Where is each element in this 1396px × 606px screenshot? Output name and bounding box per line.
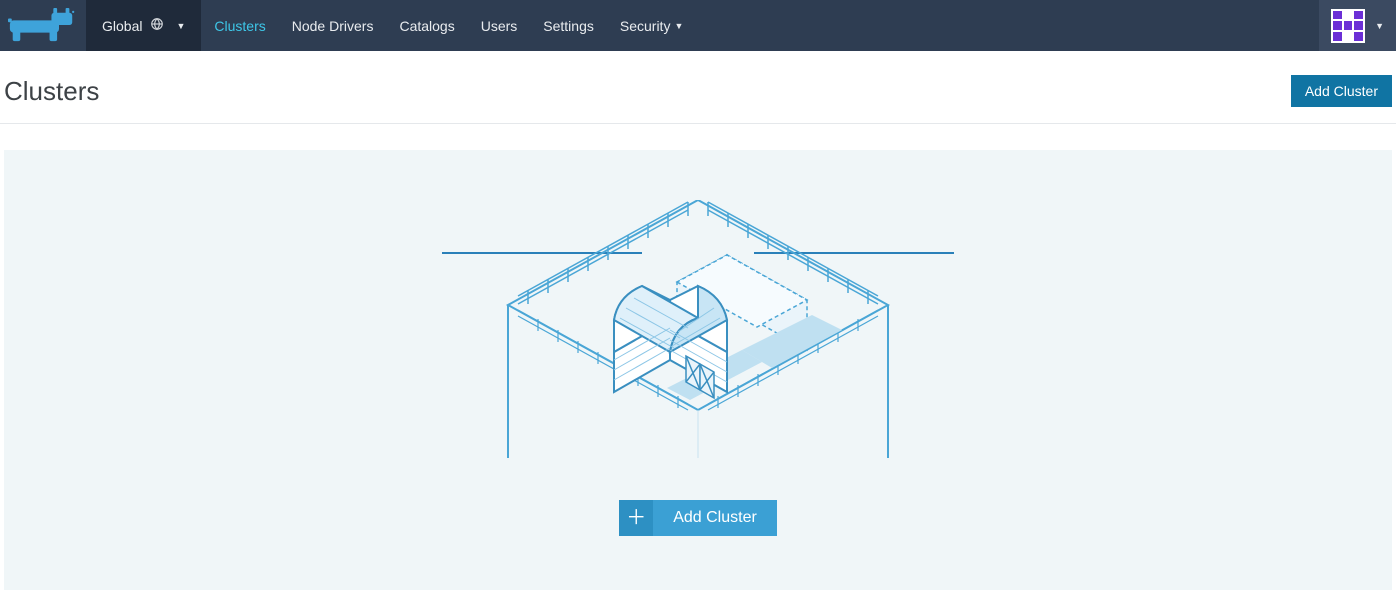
chevron-down-icon: ▼ [176,21,185,31]
button-label: Add Cluster [1305,83,1378,99]
page-title: Clusters [4,76,99,107]
chevron-down-icon: ▼ [674,21,683,31]
nav-item-label: Clusters [214,18,265,34]
nav-item-label: Security [620,18,671,34]
top-nav: Global ▼ Clusters Node Drivers Catalogs … [0,0,1396,51]
chevron-down-icon: ▼ [1375,21,1384,31]
user-menu[interactable]: ▼ [1319,0,1396,51]
nav-item-settings[interactable]: Settings [530,0,607,51]
context-switcher[interactable]: Global ▼ [86,0,201,51]
nav-item-node-drivers[interactable]: Node Drivers [279,0,387,51]
nav-item-clusters[interactable]: Clusters [201,0,278,51]
globe-icon [150,17,164,34]
nav-item-users[interactable]: Users [468,0,531,51]
brand-logo[interactable] [4,0,86,51]
nav-spacer [696,0,1319,51]
button-label: Add Cluster [653,500,777,536]
nav-item-label: Users [481,18,518,34]
add-cluster-button-large[interactable]: ＋ Add Cluster [619,500,777,536]
nav-item-security[interactable]: Security ▼ [607,0,697,51]
rancher-cow-icon [8,7,76,45]
nav-item-label: Catalogs [399,18,454,34]
plus-icon: ＋ [619,500,653,536]
nav-item-catalogs[interactable]: Catalogs [386,0,467,51]
avatar [1331,9,1365,43]
nav-item-label: Settings [543,18,594,34]
nav-item-label: Node Drivers [292,18,374,34]
empty-state: ＋ Add Cluster [4,150,1392,590]
context-label: Global [102,18,142,34]
empty-state-illustration [442,200,954,460]
page-header: Clusters Add Cluster [0,51,1396,124]
add-cluster-button[interactable]: Add Cluster [1291,75,1392,107]
